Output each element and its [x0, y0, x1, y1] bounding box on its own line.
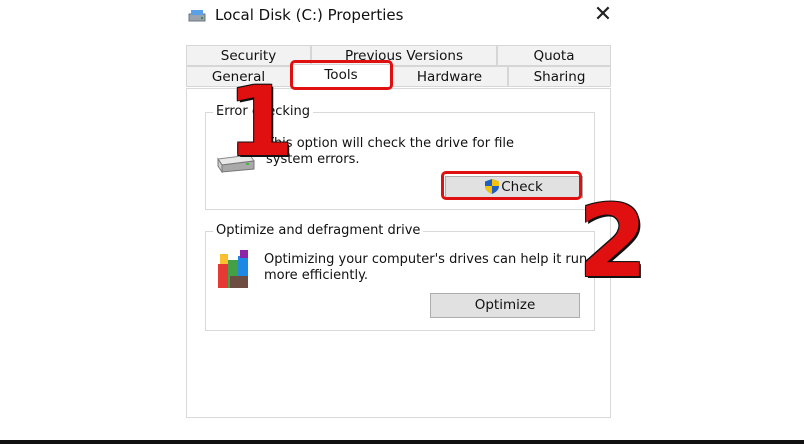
- drive-icon: [188, 10, 206, 22]
- title-bar: Local Disk (C:) Properties ✕: [185, 2, 615, 30]
- bottom-border: [0, 440, 804, 444]
- optimize-label: Optimize and defragment drive: [213, 223, 424, 238]
- step-number-1: 1: [227, 66, 294, 178]
- close-icon: ✕: [593, 2, 613, 27]
- tab-sharing[interactable]: Sharing: [508, 66, 611, 87]
- tab-previous-versions[interactable]: Previous Versions: [311, 45, 497, 66]
- optimize-description: Optimizing your computer's drives can he…: [264, 252, 588, 283]
- check-button-label: Check: [501, 179, 543, 195]
- close-button[interactable]: ✕: [590, 2, 616, 28]
- tab-security[interactable]: Security: [186, 45, 311, 66]
- defrag-icon: [218, 250, 248, 288]
- tab-hardware[interactable]: Hardware: [391, 66, 508, 87]
- optimize-button[interactable]: Optimize: [430, 293, 580, 318]
- optimize-group: Optimize and defragment drive Optimizing…: [205, 223, 595, 331]
- tab-tools[interactable]: Tools: [291, 64, 391, 88]
- check-button[interactable]: Check: [445, 176, 583, 198]
- uac-shield-icon: [485, 179, 500, 194]
- tab-quota[interactable]: Quota: [497, 45, 611, 66]
- step-number-2: 2: [578, 183, 648, 300]
- error-checking-description: This option will check the drive for fil…: [266, 136, 515, 167]
- screenshot-frame: Local Disk (C:) Properties ✕ Security Pr…: [0, 0, 804, 444]
- window-title: Local Disk (C:) Properties: [215, 6, 404, 24]
